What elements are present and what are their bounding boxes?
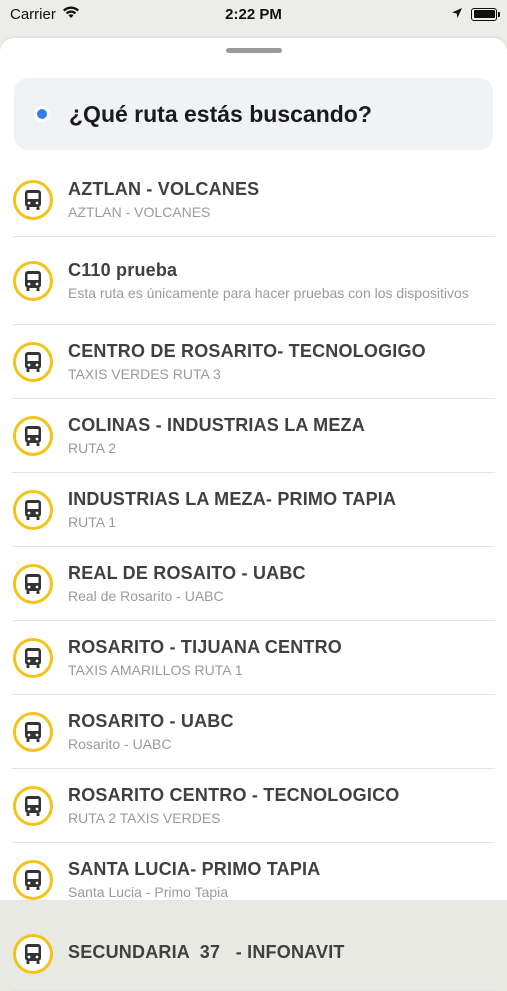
route-title: INDUSTRIAS LA MEZA- PRIMO TAPIA [68, 489, 397, 509]
carrier-label: Carrier [10, 5, 56, 23]
search-prompt: ¿Qué ruta estás buscando? [69, 100, 372, 127]
bus-icon [13, 934, 53, 974]
status-bar: Carrier 2:22 PM [0, 0, 507, 28]
route-row-secundaria-37[interactable]: SECUNDARIA 37 - INFONAVIT [0, 917, 507, 991]
bus-icon [13, 261, 53, 301]
route-subtitle: AZTLAN - VOLCANES [68, 204, 211, 220]
bus-icon [13, 638, 53, 678]
route-row-santa-lucia[interactable]: SANTA LUCIA- PRIMO TAPIA Santa Lucia - P… [0, 843, 507, 917]
location-dot-icon [37, 109, 47, 119]
routes-list: AZTLAN - VOLCANES AZTLAN - VOLCANES C110… [0, 163, 507, 991]
bus-icon [13, 180, 53, 220]
sheet-grabber-handle[interactable] [226, 48, 282, 53]
route-title: ROSARITO - UABC [68, 711, 234, 731]
bus-icon [13, 564, 53, 604]
route-title: ROSARITO - TIJUANA CENTRO [68, 637, 343, 657]
route-subtitle: RUTA 1 [68, 514, 116, 530]
route-title: SECUNDARIA 37 - INFONAVIT [68, 941, 345, 962]
route-row-industrias-la-meza[interactable]: INDUSTRIAS LA MEZA- PRIMO TAPIA RUTA 1 [0, 473, 507, 547]
routes-sheet: ¿Qué ruta estás buscando? AZTLAN - VOLCA… [0, 38, 507, 991]
route-title: ROSARITO CENTRO - TECNOLOGICO [68, 785, 400, 805]
route-subtitle: TAXIS VERDES RUTA 3 [68, 366, 221, 382]
bus-icon [13, 490, 53, 530]
route-search-box[interactable]: ¿Qué ruta estás buscando? [14, 78, 493, 150]
route-subtitle: Real de Rosarito - UABC [68, 588, 224, 604]
route-title: COLINAS - INDUSTRIAS LA MEZA [68, 415, 365, 435]
route-subtitle: RUTA 2 [68, 440, 116, 456]
wifi-icon [62, 6, 80, 23]
route-subtitle: Esta ruta es únicamente para hacer prueb… [68, 285, 469, 301]
route-row-c110-prueba[interactable]: C110 prueba Esta ruta es únicamente para… [0, 237, 507, 325]
route-row-rosarito-tijuana[interactable]: ROSARITO - TIJUANA CENTRO TAXIS AMARILLO… [0, 621, 507, 695]
route-subtitle: Rosarito - UABC [68, 736, 172, 752]
route-row-real-de-rosaito[interactable]: REAL DE ROSAITO - UABC Real de Rosarito … [0, 547, 507, 621]
route-title: C110 prueba [68, 260, 178, 280]
route-title: REAL DE ROSAITO - UABC [68, 563, 306, 583]
bus-icon [13, 416, 53, 456]
route-row-rosarito-centro[interactable]: ROSARITO CENTRO - TECNOLOGICO RUTA 2 TAX… [0, 769, 507, 843]
route-title: CENTRO DE ROSARITO- TECNOLOGIGO [68, 341, 426, 361]
location-arrow-icon [451, 6, 463, 23]
route-row-centro-rosarito[interactable]: CENTRO DE ROSARITO- TECNOLOGIGO TAXIS VE… [0, 325, 507, 399]
bus-icon [13, 342, 53, 382]
route-title: AZTLAN - VOLCANES [68, 179, 260, 199]
route-row-colinas[interactable]: COLINAS - INDUSTRIAS LA MEZA RUTA 2 [0, 399, 507, 473]
route-subtitle: Santa Lucia - Primo Tapia [68, 884, 229, 900]
battery-icon [471, 7, 500, 21]
route-title: SANTA LUCIA- PRIMO TAPIA [68, 859, 321, 879]
route-subtitle: TAXIS AMARILLOS RUTA 1 [68, 662, 243, 678]
bus-icon [13, 712, 53, 752]
bus-icon [13, 786, 53, 826]
route-row-aztlan-volcanes[interactable]: AZTLAN - VOLCANES AZTLAN - VOLCANES [0, 163, 507, 237]
route-subtitle: RUTA 2 TAXIS VERDES [68, 810, 221, 826]
route-row-rosarito-uabc[interactable]: ROSARITO - UABC Rosarito - UABC [0, 695, 507, 769]
bus-icon [13, 860, 53, 900]
